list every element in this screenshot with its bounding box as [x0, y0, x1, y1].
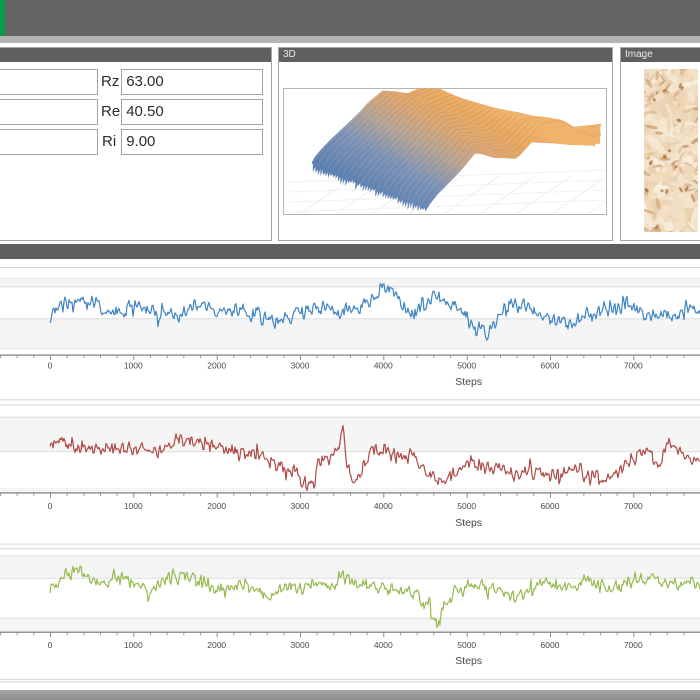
svg-text:2000: 2000 [207, 640, 226, 650]
svg-text:7000: 7000 [624, 640, 643, 650]
svg-text:2000: 2000 [207, 361, 226, 371]
svg-text:5000: 5000 [457, 640, 476, 650]
svg-text:6000: 6000 [541, 640, 560, 650]
svg-text:1000: 1000 [124, 501, 143, 511]
svg-text:7000: 7000 [624, 361, 643, 371]
svg-text:2000: 2000 [207, 501, 226, 511]
svg-text:7000: 7000 [624, 501, 643, 511]
svg-text:3000: 3000 [291, 640, 310, 650]
svg-text:3000: 3000 [291, 361, 310, 371]
svg-text:6000: 6000 [541, 501, 560, 511]
svg-text:5000: 5000 [457, 361, 476, 371]
svg-text:6000: 6000 [541, 361, 560, 371]
svg-text:4000: 4000 [374, 501, 393, 511]
svg-text:0: 0 [48, 361, 53, 371]
svg-text:Steps: Steps [455, 376, 482, 388]
svg-text:3000: 3000 [291, 501, 310, 511]
svg-text:1000: 1000 [124, 361, 143, 371]
svg-text:Steps: Steps [455, 517, 482, 529]
svg-text:4000: 4000 [374, 640, 393, 650]
svg-text:0: 0 [48, 640, 53, 650]
svg-text:0: 0 [48, 501, 53, 511]
svg-text:1000: 1000 [124, 640, 143, 650]
svg-text:Steps: Steps [455, 655, 482, 667]
svg-text:4000: 4000 [374, 361, 393, 371]
svg-text:5000: 5000 [457, 501, 476, 511]
